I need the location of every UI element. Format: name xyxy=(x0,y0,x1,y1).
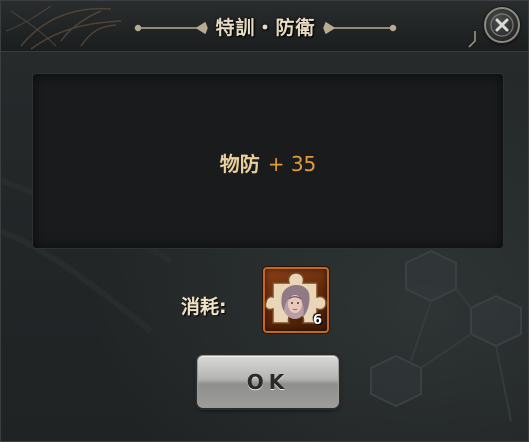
ok-button-label: OK xyxy=(246,370,290,394)
stat-value: + 35 xyxy=(267,152,317,176)
item-count: 6 xyxy=(312,313,322,328)
training-dialog: 特訓・防衛 物防 + 35 消耗: 6 OK xyxy=(0,0,529,442)
stat-result: 物防 + 35 xyxy=(33,148,503,177)
result-panel: 物防 + 35 xyxy=(32,73,504,249)
cost-item-slot[interactable]: 6 xyxy=(263,267,329,333)
ok-button[interactable]: OK xyxy=(197,355,339,408)
close-button[interactable] xyxy=(484,7,520,43)
dialog-title: 特訓・防衛 xyxy=(215,17,316,39)
close-icon xyxy=(490,13,514,37)
stat-name: 物防 xyxy=(219,152,260,176)
cost-label: 消耗: xyxy=(181,296,227,318)
title-bar: 特訓・防衛 xyxy=(1,1,528,52)
